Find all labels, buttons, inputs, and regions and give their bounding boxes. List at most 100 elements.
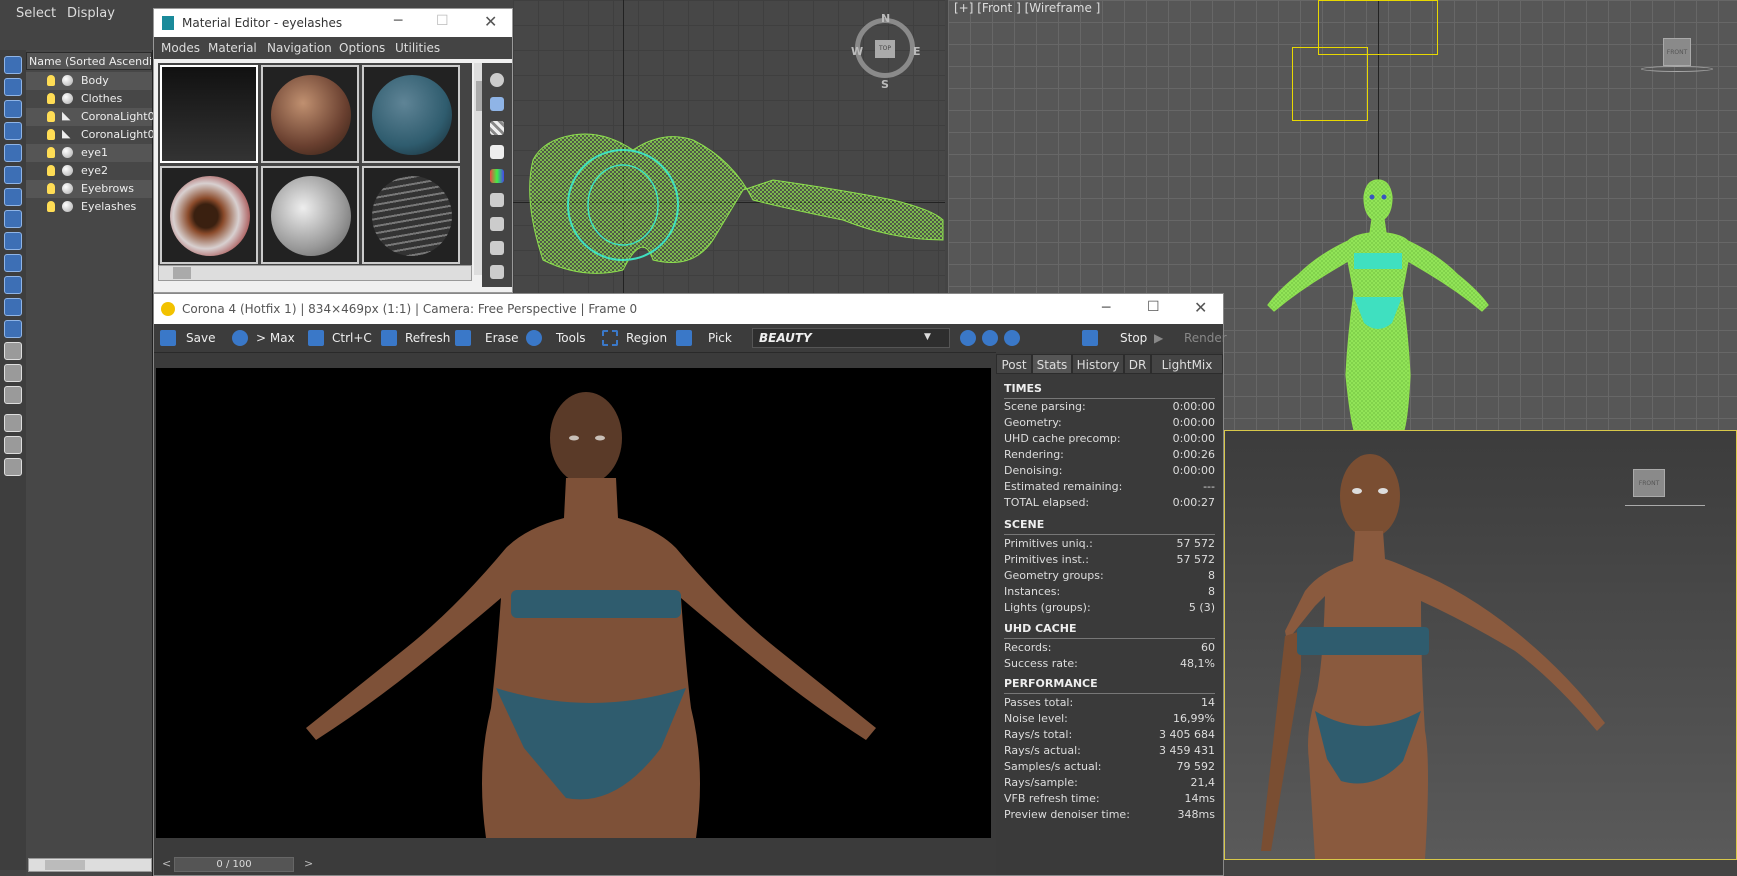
backlight-icon[interactable] (490, 97, 504, 111)
tab-history[interactable]: History (1072, 354, 1124, 374)
horizontal-scrollbar[interactable] (158, 265, 472, 281)
zoom-in-icon[interactable] (960, 330, 976, 346)
visibility-bulb-icon[interactable] (47, 75, 55, 86)
scrollbar-thumb[interactable] (45, 860, 85, 870)
select-objects-icon[interactable] (4, 56, 22, 74)
save-button[interactable]: Save (160, 328, 220, 348)
visibility-bulb-icon[interactable] (47, 129, 55, 140)
sort-column-header[interactable]: Name (Sorted Ascending) (26, 52, 152, 70)
display-helpers-icon[interactable] (4, 166, 22, 184)
material-slot[interactable] (261, 65, 359, 163)
material-slot[interactable] (261, 166, 359, 264)
scene-item[interactable]: eye1 (26, 144, 152, 162)
menu-display[interactable]: Display (67, 6, 115, 21)
tab-stats[interactable]: Stats (1032, 354, 1072, 374)
display-frozen-icon[interactable] (4, 298, 22, 316)
scene-item[interactable]: Clothes (26, 90, 152, 108)
layer-icon[interactable] (4, 458, 22, 476)
material-navigator-icon[interactable] (490, 265, 504, 279)
minimize-icon[interactable]: ─ (1102, 300, 1110, 316)
light-gizmo[interactable] (1292, 47, 1368, 121)
viewcube[interactable]: TOP (875, 40, 895, 58)
display-lights-icon[interactable] (4, 122, 22, 140)
minimize-icon[interactable]: ─ (394, 13, 402, 29)
refresh-button[interactable]: Refresh (381, 328, 451, 348)
scrollbar-thumb[interactable] (173, 267, 191, 279)
video-color-check-icon[interactable] (490, 169, 504, 183)
send-to-max-button[interactable]: > Max (232, 328, 302, 348)
region-button[interactable]: Region (602, 328, 668, 348)
display-bones-icon[interactable] (4, 254, 22, 272)
maximize-icon[interactable]: ☐ (1147, 299, 1160, 315)
tools-button[interactable]: Tools (526, 328, 586, 348)
scene-item[interactable]: ◣ CoronaLight00 (26, 108, 162, 126)
scene-item[interactable]: Eyelashes (26, 198, 152, 216)
render-image[interactable] (156, 368, 991, 838)
display-none-icon[interactable] (4, 364, 22, 382)
scene-item[interactable]: Body (26, 72, 152, 90)
display-hidden-icon[interactable] (4, 320, 22, 338)
visibility-bulb-icon[interactable] (47, 93, 55, 104)
scene-item[interactable]: eye2 (26, 162, 152, 180)
visibility-bulb-icon[interactable] (47, 201, 55, 212)
sample-type-icon[interactable] (490, 73, 504, 87)
make-preview-icon[interactable] (490, 193, 504, 207)
display-groups-icon[interactable] (4, 210, 22, 228)
perspective-viewport[interactable]: FRONT (1224, 430, 1737, 860)
display-containers-icon[interactable] (4, 276, 22, 294)
erase-button[interactable]: Erase (455, 328, 519, 348)
menu-utilities[interactable]: Utilities (395, 41, 440, 55)
frame-counter[interactable]: 0 / 100 (174, 857, 294, 872)
scene-item[interactable]: Eyebrows (26, 180, 152, 198)
toggle-filter-icon[interactable] (4, 436, 22, 454)
select-by-material-icon[interactable] (490, 241, 504, 255)
display-shapes-icon[interactable] (4, 100, 22, 118)
viewcube[interactable]: FRONT (1663, 38, 1691, 66)
close-icon[interactable]: ✕ (1194, 298, 1207, 317)
visibility-bulb-icon[interactable] (47, 111, 55, 122)
zoom-out-icon[interactable] (982, 330, 998, 346)
material-slot[interactable] (362, 166, 460, 264)
visibility-bulb-icon[interactable] (47, 165, 55, 176)
material-slot[interactable] (160, 166, 258, 264)
options-icon[interactable] (490, 217, 504, 231)
render-channel-select[interactable]: BEAUTY (752, 328, 950, 348)
background-icon[interactable] (490, 121, 504, 135)
menu-material[interactable]: Material (208, 41, 257, 55)
copy-button[interactable]: Ctrl+C (308, 328, 372, 348)
material-slot[interactable] (160, 65, 258, 163)
render-button[interactable]: ▶ Render (1154, 328, 1227, 348)
display-all-icon[interactable] (4, 342, 22, 360)
pick-button[interactable]: Pick (676, 328, 732, 348)
zoom-fit-icon[interactable] (1004, 330, 1020, 346)
stat-row: Geometry groups: 8 (1004, 569, 1215, 582)
stop-button[interactable]: Stop (1082, 328, 1147, 348)
menu-select[interactable]: Select (16, 6, 56, 21)
display-xrefs-icon[interactable] (4, 232, 22, 250)
menu-navigation[interactable]: Navigation (267, 41, 332, 55)
top-viewport[interactable]: TOP N S W E (513, 0, 945, 293)
display-geometry-icon[interactable] (4, 78, 22, 96)
chevron-left-icon[interactable]: < (162, 857, 171, 870)
menu-modes[interactable]: Modes (161, 41, 200, 55)
sample-uv-icon[interactable] (490, 145, 504, 159)
display-cameras-icon[interactable] (4, 144, 22, 162)
horizontal-scrollbar[interactable] (28, 858, 152, 872)
chevron-right-icon[interactable]: > (304, 857, 313, 870)
display-spacewarps-icon[interactable] (4, 188, 22, 206)
scene-item[interactable]: ◣ CoronaLight00 (26, 126, 162, 144)
menu-options[interactable]: Options (339, 41, 385, 55)
filter-icon[interactable] (4, 414, 22, 432)
corona-toolbar: Save > Max Ctrl+C Refresh Erase Tools Re… (154, 324, 1227, 353)
visibility-bulb-icon[interactable] (47, 183, 55, 194)
visibility-bulb-icon[interactable] (47, 147, 55, 158)
material-slot[interactable] (362, 65, 460, 163)
tab-post[interactable]: Post (996, 354, 1032, 374)
maximize-icon[interactable]: ☐ (436, 13, 449, 29)
tab-dr[interactable]: DR (1124, 354, 1151, 374)
display-invert-icon[interactable] (4, 386, 22, 404)
chevron-down-icon[interactable]: ▼ (924, 332, 931, 342)
viewport-label[interactable]: [+] [Front ] [Wireframe ] (954, 1, 1100, 15)
close-icon[interactable]: ✕ (484, 12, 497, 31)
tab-lightmix[interactable]: LightMix (1151, 354, 1223, 374)
